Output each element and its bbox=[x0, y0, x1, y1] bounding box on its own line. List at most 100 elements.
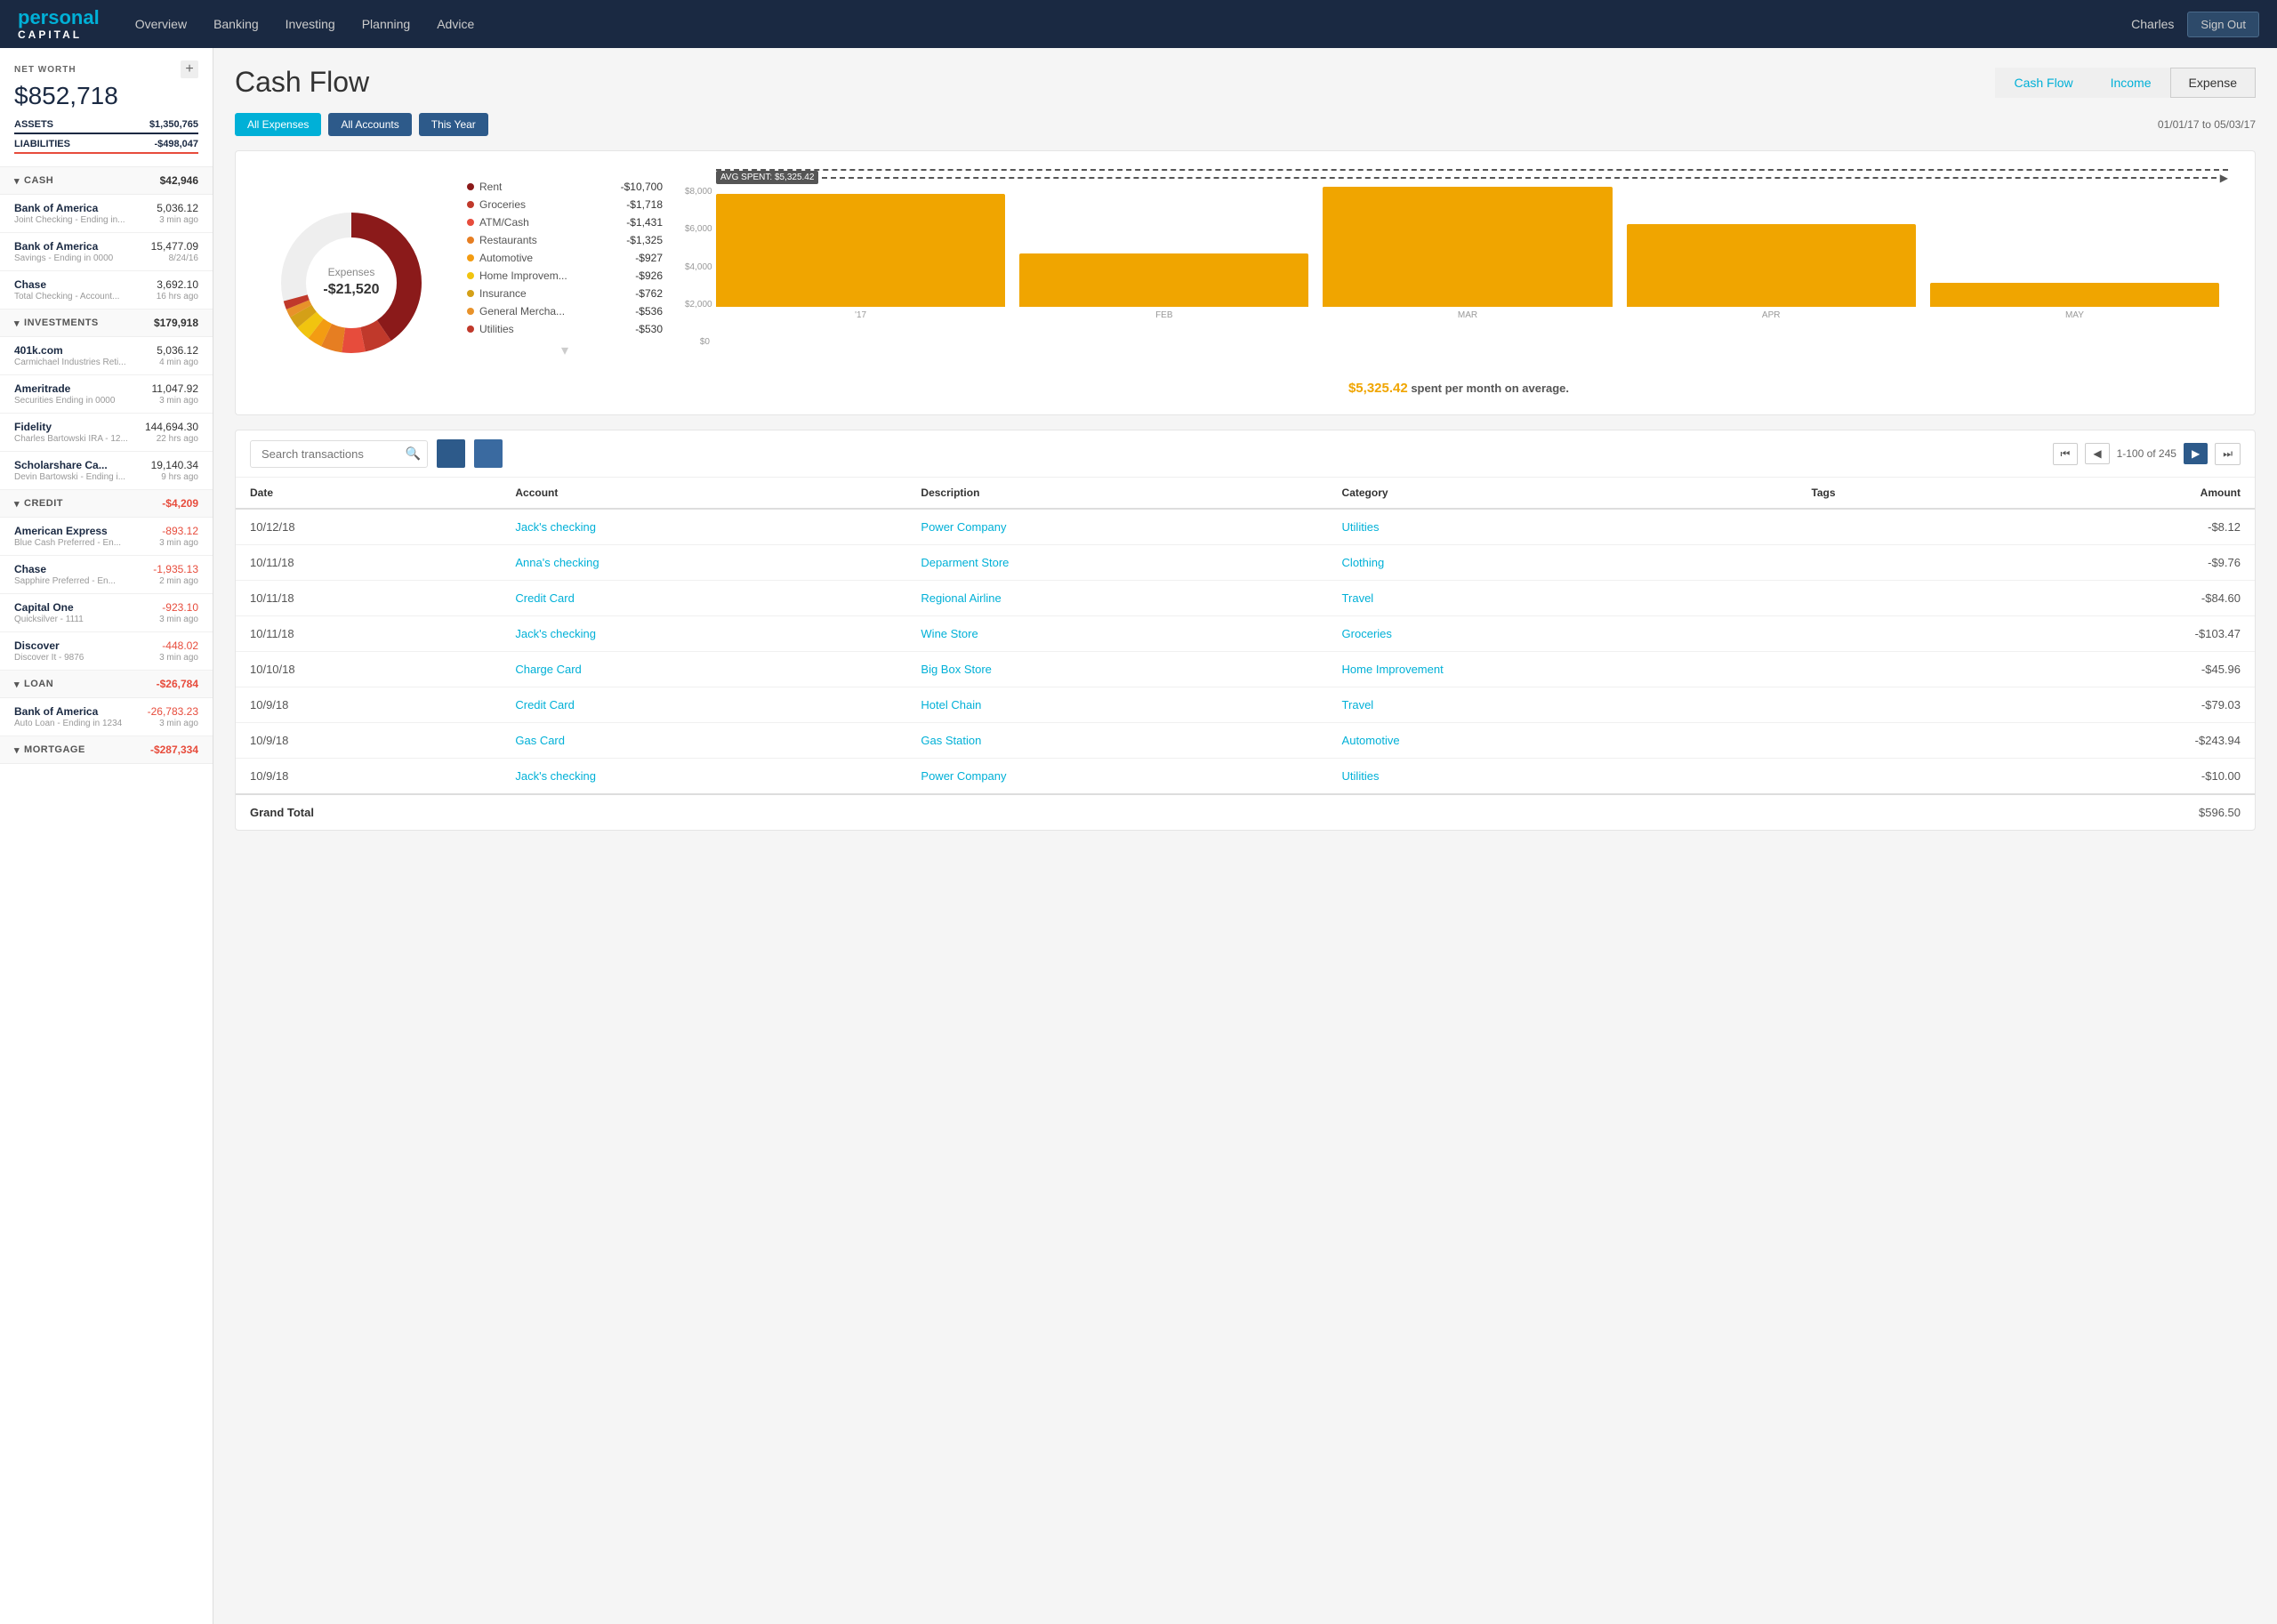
cell-account: Gas Card bbox=[501, 723, 906, 759]
bar-mar: MAR bbox=[1323, 187, 1612, 320]
search-input[interactable] bbox=[250, 440, 428, 468]
loan-accounts: Bank of America-26,783.23 Auto Loan - En… bbox=[0, 698, 213, 736]
page-header: Cash Flow Cash Flow Income Expense bbox=[235, 66, 2256, 99]
cell-amount: -$79.03 bbox=[1987, 687, 2255, 723]
search-wrap: 🔍 bbox=[250, 440, 428, 468]
cell-date: 10/11/18 bbox=[236, 616, 501, 652]
section-loan-header[interactable]: ▾ LOAN -$26,784 bbox=[0, 671, 213, 698]
table-row[interactable]: 10/11/18 Credit Card Regional Airline Tr… bbox=[236, 581, 2255, 616]
list-item[interactable]: Chase3,692.10 Total Checking - Account..… bbox=[0, 271, 213, 310]
list-item[interactable]: Ameritrade11,047.92 Securities Ending in… bbox=[0, 375, 213, 414]
cell-desc: Gas Station bbox=[906, 723, 1327, 759]
bar-apr-fill bbox=[1627, 224, 1916, 307]
table-row[interactable]: 10/9/18 Credit Card Hotel Chain Travel -… bbox=[236, 687, 2255, 723]
col-account: Account bbox=[501, 478, 906, 509]
list-item[interactable]: Scholarshare Ca...19,140.34 Devin Bartow… bbox=[0, 452, 213, 490]
legend-item: Insurance -$762 bbox=[467, 285, 663, 302]
view-list-button[interactable] bbox=[437, 439, 465, 468]
list-item[interactable]: 401k.com5,036.12 Carmichael Industries R… bbox=[0, 337, 213, 375]
cell-amount: -$9.76 bbox=[1987, 545, 2255, 581]
table-row[interactable]: 10/9/18 Jack's checking Power Company Ut… bbox=[236, 759, 2255, 795]
app-body: NET WORTH + $852,718 ASSETS $1,350,765 L… bbox=[0, 48, 2277, 1624]
all-expenses-button[interactable]: All Expenses bbox=[235, 113, 321, 136]
cell-tags bbox=[1797, 759, 1987, 795]
section-cash-header[interactable]: ▾ CASH $42,946 bbox=[0, 167, 213, 195]
legend-item: General Mercha... -$536 bbox=[467, 302, 663, 320]
cell-date: 10/10/18 bbox=[236, 652, 501, 687]
list-item[interactable]: Bank of America5,036.12 Joint Checking -… bbox=[0, 195, 213, 233]
cell-desc: Power Company bbox=[906, 759, 1327, 795]
add-account-button[interactable]: + bbox=[181, 60, 198, 78]
this-year-button[interactable]: This Year bbox=[419, 113, 488, 136]
table-row[interactable]: 10/11/18 Anna's checking Deparment Store… bbox=[236, 545, 2255, 581]
list-item[interactable]: Chase-1,935.13 Sapphire Preferred - En..… bbox=[0, 556, 213, 594]
table-row[interactable]: 10/11/18 Jack's checking Wine Store Groc… bbox=[236, 616, 2255, 652]
cell-amount: -$45.96 bbox=[1987, 652, 2255, 687]
main-content: Cash Flow Cash Flow Income Expense All E… bbox=[213, 48, 2277, 1624]
cell-tags bbox=[1797, 545, 1987, 581]
assets-row: ASSETS $1,350,765 bbox=[14, 117, 198, 134]
table-header-row: Date Account Description Category Tags A… bbox=[236, 478, 2255, 509]
grand-total-label: Grand Total bbox=[236, 794, 1987, 830]
bar-jan-fill bbox=[716, 194, 1005, 308]
nav-investing[interactable]: Investing bbox=[286, 12, 335, 36]
nav-overview[interactable]: Overview bbox=[135, 12, 187, 36]
page-next-button[interactable]: ▶ bbox=[2184, 443, 2208, 464]
table-row[interactable]: 10/9/18 Gas Card Gas Station Automotive … bbox=[236, 723, 2255, 759]
page-tabs: Cash Flow Income Expense bbox=[1995, 68, 2256, 98]
cell-account: Charge Card bbox=[501, 652, 906, 687]
page-last-button[interactable]: ⏭ bbox=[2215, 443, 2241, 465]
cell-tags bbox=[1797, 616, 1987, 652]
bar-mar-fill bbox=[1323, 187, 1612, 307]
cell-date: 10/9/18 bbox=[236, 687, 501, 723]
all-accounts-button[interactable]: All Accounts bbox=[328, 113, 411, 136]
signout-button[interactable]: Sign Out bbox=[2187, 12, 2259, 37]
tab-expense[interactable]: Expense bbox=[2170, 68, 2256, 98]
bar-feb: FEB bbox=[1019, 187, 1308, 320]
section-mortgage-header[interactable]: ▾ MORTGAGE -$287,334 bbox=[0, 736, 213, 764]
cell-account: Jack's checking bbox=[501, 509, 906, 545]
list-item[interactable]: Discover-448.02 Discover It - 98763 min … bbox=[0, 632, 213, 671]
legend-item: Rent -$10,700 bbox=[467, 178, 663, 196]
nav-banking[interactable]: Banking bbox=[213, 12, 259, 36]
transaction-toolbar: 🔍 ⏮ ◀ 1-100 of 245 ▶ ⏭ bbox=[236, 430, 2255, 478]
list-item[interactable]: American Express-893.12 Blue Cash Prefer… bbox=[0, 518, 213, 556]
tab-income[interactable]: Income bbox=[2092, 68, 2170, 98]
nav-advice[interactable]: Advice bbox=[437, 12, 474, 36]
cell-category: Utilities bbox=[1328, 759, 1798, 795]
donut-chart: Expenses -$21,520 bbox=[271, 203, 431, 363]
col-amount: Amount bbox=[1987, 478, 2255, 509]
header-right: Charles Sign Out bbox=[2131, 12, 2259, 37]
table-row[interactable]: 10/12/18 Jack's checking Power Company U… bbox=[236, 509, 2255, 545]
list-item[interactable]: Bank of America15,477.09 Savings - Endin… bbox=[0, 233, 213, 271]
cell-category: Utilities bbox=[1328, 509, 1798, 545]
search-icon: 🔍 bbox=[406, 446, 421, 462]
page-prev-button[interactable]: ◀ bbox=[2085, 443, 2109, 464]
section-investments-header[interactable]: ▾ INVESTMENTS $179,918 bbox=[0, 310, 213, 337]
cell-desc: Big Box Store bbox=[906, 652, 1327, 687]
legend-item: Groceries -$1,718 bbox=[467, 196, 663, 213]
cell-desc: Hotel Chain bbox=[906, 687, 1327, 723]
nav-planning[interactable]: Planning bbox=[362, 12, 411, 36]
bar-feb-fill bbox=[1019, 253, 1308, 307]
user-menu-button[interactable]: Charles bbox=[2131, 17, 2174, 31]
list-item[interactable]: Fidelity144,694.30 Charles Bartowski IRA… bbox=[0, 414, 213, 452]
bar-jan: '17 bbox=[716, 187, 1005, 320]
table-row[interactable]: 10/10/18 Charge Card Big Box Store Home … bbox=[236, 652, 2255, 687]
bar-chart-section: $8,000 $6,000 $4,000 $2,000 $0 AVG SPENT… bbox=[680, 169, 2237, 397]
section-credit-header[interactable]: ▾ CREDIT -$4,209 bbox=[0, 490, 213, 518]
page-first-button[interactable]: ⏮ bbox=[2053, 443, 2079, 465]
cell-amount: -$103.47 bbox=[1987, 616, 2255, 652]
legend-expand-icon[interactable]: ▾ bbox=[561, 343, 568, 358]
cell-account: Jack's checking bbox=[501, 616, 906, 652]
view-grid-button[interactable] bbox=[474, 439, 503, 468]
cell-amount: -$243.94 bbox=[1987, 723, 2255, 759]
transactions-tbody: 10/12/18 Jack's checking Power Company U… bbox=[236, 509, 2255, 794]
tab-cashflow[interactable]: Cash Flow bbox=[1995, 68, 2091, 98]
list-item[interactable]: Bank of America-26,783.23 Auto Loan - En… bbox=[0, 698, 213, 736]
grand-total-value: $596.50 bbox=[1987, 794, 2255, 830]
legend-section: Rent -$10,700 Groceries -$1,718 ATM/Cash… bbox=[467, 169, 663, 397]
cell-amount: -$84.60 bbox=[1987, 581, 2255, 616]
list-item[interactable]: Capital One-923.10 Quicksilver - 11113 m… bbox=[0, 594, 213, 632]
logo: personal CAPITAL bbox=[18, 7, 100, 40]
